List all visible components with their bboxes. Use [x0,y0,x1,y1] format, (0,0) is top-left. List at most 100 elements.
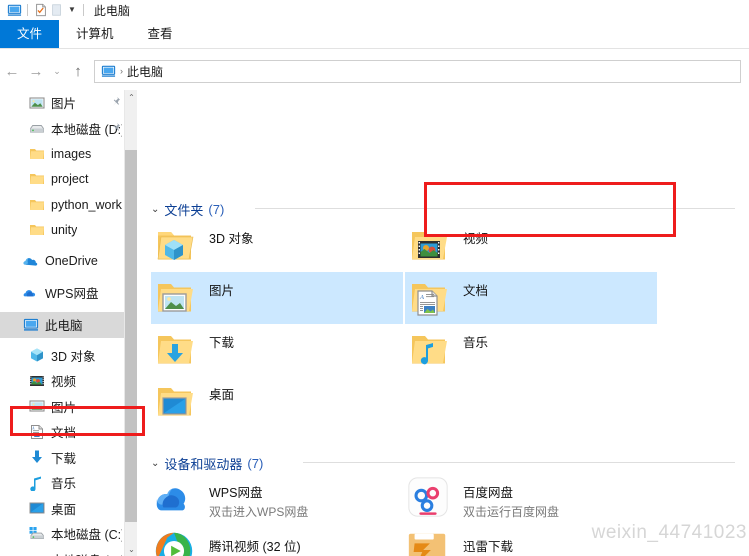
folder-tile-name: 音乐 [463,336,489,350]
windows-drive-icon [28,525,45,542]
group-header-folders[interactable]: ⌄ 文件夹 (7) [151,200,224,219]
group-header-devices[interactable]: ⌄ 设备和驱动器 (7) [151,454,263,473]
sidebar-item-图片[interactable]: 图片 [0,394,124,420]
folder-tile-documents[interactable]: A 文档 [405,272,657,324]
folder-tile-music[interactable]: 音乐 [405,324,657,376]
chevron-down-icon[interactable]: ⌄ [151,204,159,215]
back-button[interactable]: ← [0,59,24,83]
device-tile-wps-cloud[interactable]: WPS网盘 双击进入WPS网盘 [151,474,403,522]
chevron-down-icon[interactable]: ⌄ [151,458,159,469]
forward-button[interactable]: → [24,59,48,83]
sidebar-item-本地磁盘--d--[interactable]: 本地磁盘 (D:) [0,116,124,142]
tab-computer[interactable]: 计算机 [59,20,131,48]
device-tile-text: 迅雷下载 [463,528,513,555]
properties-icon[interactable] [33,2,49,18]
pictures-icon [28,398,45,415]
folder-tile-name: 图片 [209,284,235,298]
folder-tile-downloads[interactable]: 下载 [151,324,403,376]
device-tile-text: WPS网盘 双击进入WPS网盘 [209,474,308,520]
downloads-icon [28,449,45,466]
thunder-download-icon [405,528,453,556]
folder-downloads-icon [151,324,199,372]
title-bar: ▼ 此电脑 [0,0,749,20]
sidebar-item-文档[interactable]: A 文档 [0,419,124,445]
qat-divider-2 [82,4,84,16]
sidebar-item-本地磁盘--c--[interactable]: 本地磁盘 (C:) [0,521,124,547]
tencent-video-icon [151,528,199,556]
onedrive-icon [22,252,39,269]
folder-tile-videos[interactable]: 视频 [405,220,657,272]
group-title: 文件夹 [164,203,204,218]
device-tile-tencent-video[interactable]: 腾讯视频 (32 位) [151,528,403,556]
sidebar-item-label: 桌面 [51,502,77,517]
device-tile-text: 腾讯视频 (32 位) [209,528,301,555]
sidebar-item-unity[interactable]: unity [0,218,124,244]
folder-tile-text: 文档 [463,272,488,299]
sidebar-item-label: images [51,146,92,161]
sidebar-item-音乐[interactable]: 音乐 [0,470,124,496]
this-pc-icon[interactable] [6,2,22,18]
group-rule-folders [255,208,735,209]
folder-tile-3d-objects[interactable]: 3D 对象 [151,220,403,272]
folder-tile-text: 视频 [463,220,488,247]
address-this-pc-icon[interactable] [100,63,116,79]
desktop-icon [28,500,45,517]
pin-icon[interactable] [110,122,121,134]
folder-desktop-icon [151,376,199,424]
ribbon-tabs: 文件 计算机 查看 [0,20,749,48]
sidebar-item-label: 文档 [51,426,77,441]
sidebar-item-下载[interactable]: 下载 [0,445,124,471]
sidebar-item-图片[interactable]: 图片 [0,90,124,116]
videos-icon [28,372,45,389]
breadcrumb-separator[interactable]: › [120,66,123,76]
folder-icon [28,222,45,239]
tab-file[interactable]: 文件 [0,20,60,48]
device-tile-name: WPS网盘 [209,486,263,500]
sidebar-item-label: 本地磁盘 (C:) [51,528,122,543]
folder-tile-desktop[interactable]: 桌面 [151,376,403,428]
sidebar-item-3d-对象[interactable]: 3D 对象 [0,343,124,369]
sidebar-item-label: 此电脑 [45,319,83,334]
folder-tile-pictures[interactable]: 图片 [151,272,403,324]
pin-icon[interactable] [110,96,121,108]
address-field[interactable]: › 此电脑 [94,59,741,83]
folder-videos-icon [405,220,453,268]
sidebar-item-视频[interactable]: 视频 [0,368,124,394]
device-tile-name: 百度网盘 [463,486,514,500]
sidebar-item-此电脑[interactable]: 此电脑 [0,312,124,338]
sidebar-item-桌面[interactable]: 桌面 [0,496,124,522]
device-tile-baidu-cloud[interactable]: 百度网盘 双击运行百度网盘 [405,474,657,522]
sidebar-item-images[interactable]: images [0,141,124,167]
sidebar-item-wps网盘[interactable]: WPS网盘 [0,280,124,306]
sidebar-item-label: project [51,172,89,187]
wps-cloud-icon [151,474,199,522]
sidebar-item-label: 本地磁盘 (D:) [51,550,122,556]
3d-objects-icon [28,347,45,364]
scroll-up-arrow-icon[interactable]: ⌃ [125,90,137,104]
up-button[interactable]: ↑ [66,59,90,83]
tab-view[interactable]: 查看 [131,20,190,48]
music-icon [28,474,45,491]
sidebar-scrollbar[interactable]: ⌃ ⌄ [124,90,137,556]
folder-icon [28,196,45,213]
folder-tile-text: 3D 对象 [209,220,253,247]
folder-tile-name: 视频 [463,232,489,246]
folder-tile-text: 图片 [209,272,234,299]
sidebar-item-python_worksta[interactable]: python_worksta [0,192,124,218]
sidebar-item-project[interactable]: project [0,167,124,193]
group-title: 设备和驱动器 [164,457,243,472]
sidebar-item-本地磁盘--d--[interactable]: 本地磁盘 (D:) [0,547,124,556]
scroll-down-arrow-icon[interactable]: ⌄ [125,542,137,556]
customize-caret-icon[interactable]: ▼ [68,6,76,14]
scrollbar-thumb[interactable] [125,150,137,522]
drive-icon [28,120,45,137]
new-folder-icon[interactable] [49,2,65,18]
folder-3d-objects-icon [151,220,199,268]
sidebar-item-label: 图片 [51,97,77,112]
folder-icon [28,145,45,162]
qat-divider-1 [27,4,28,16]
sidebar-item-onedrive[interactable]: OneDrive [0,248,124,274]
watermark: weixin_44741023 [591,522,747,543]
recent-locations-button[interactable]: ⌄ [48,59,66,83]
breadcrumb[interactable]: 此电脑 [127,63,163,80]
